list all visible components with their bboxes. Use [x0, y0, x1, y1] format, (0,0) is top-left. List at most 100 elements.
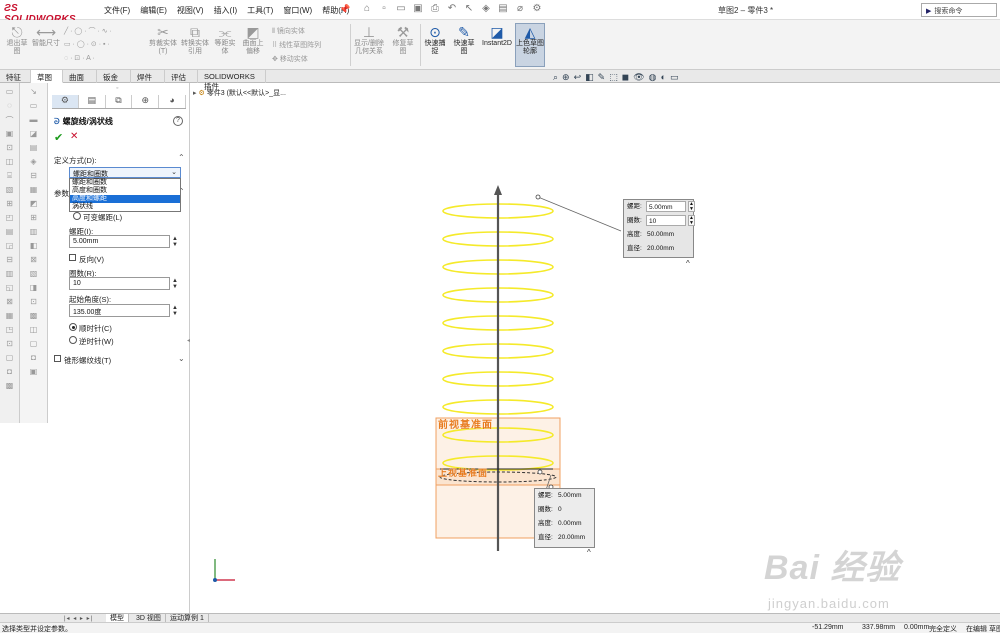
counterclockwise-radio[interactable]	[69, 336, 77, 344]
relation-tool-icon[interactable]: ⊡	[28, 297, 40, 307]
zoom-to-fit-icon[interactable]: ⌕	[553, 72, 558, 83]
helix-callout-bottom[interactable]: 螺距: 5.00mm 圈数: 0 高度: 0.00mm 直径: 20.00mm	[534, 488, 595, 548]
relation-tool-icon[interactable]: ◘	[28, 353, 40, 363]
relation-tool-icon[interactable]: ◈	[28, 157, 40, 167]
sketch-tool-icon[interactable]: ▭	[4, 87, 16, 97]
trim-entities-button[interactable]: ✂ 剪裁实体(T)	[148, 24, 178, 56]
home-icon[interactable]: ⌂	[360, 3, 374, 16]
ok-check-button[interactable]: ✔	[54, 131, 63, 144]
zoom-area-icon[interactable]: ⊕	[562, 72, 570, 83]
relation-tool-icon[interactable]: ▬	[28, 115, 40, 125]
display-style-icon[interactable]: ◼	[622, 72, 629, 83]
sketch-tool-icon[interactable]: ◲	[4, 241, 16, 251]
quick-snaps-button[interactable]: ⊙ 快速捕捉	[424, 24, 446, 56]
sketch-shape-tools[interactable]: ▭ · ◯ · ⊙ · ▪ ·	[64, 40, 110, 48]
rebuild-icon[interactable]: ◈	[479, 3, 493, 16]
relation-tool-icon[interactable]: ◫	[28, 325, 40, 335]
relation-tool-icon[interactable]: ▤	[28, 143, 40, 153]
open-icon[interactable]: ▭	[394, 3, 408, 16]
sketch-tool-icon[interactable]: ▥	[4, 269, 16, 279]
sketch-tool-icon[interactable]: ⊟	[4, 255, 16, 265]
variable-pitch-radio[interactable]	[73, 212, 81, 220]
search-commands-input[interactable]: ▶ 搜索命令	[921, 3, 997, 17]
tab-evaluate[interactable]: 评估	[165, 70, 198, 83]
relation-tool-icon[interactable]: ⊠	[28, 255, 40, 265]
expand-chevron-icon[interactable]: ⌄	[178, 354, 185, 363]
revolutions-spinner[interactable]: ▲ ▼	[172, 278, 178, 290]
view-orientation-icon[interactable]: ⬚	[609, 72, 618, 83]
edit-appearance-icon[interactable]: ◍	[649, 72, 657, 83]
help-icon[interactable]: ?	[173, 116, 183, 126]
display-manager-tab-icon[interactable]: ◕	[159, 95, 186, 108]
print-icon[interactable]: ⎙	[428, 3, 442, 16]
start-angle-spinner[interactable]: ▲ ▼	[172, 305, 178, 317]
relation-tool-icon[interactable]: ▭	[28, 101, 40, 111]
sketch-tool-icon[interactable]: ▧	[4, 185, 16, 195]
new-document-icon[interactable]: ▫	[377, 3, 391, 16]
sketch-tool-icon[interactable]: ◫	[4, 157, 16, 167]
menu-window[interactable]: 窗口(W)	[283, 5, 312, 16]
callout-spinner[interactable]: ▲ ▼	[688, 201, 695, 212]
dropdown-option[interactable]: 涡状线	[70, 203, 180, 211]
shaded-sketch-contours-button[interactable]: ◭ 上色草图轮廓	[515, 23, 545, 67]
sketch-point[interactable]	[537, 469, 543, 475]
sketch-tool-icon[interactable]: ◌	[4, 101, 16, 111]
callout-spinner[interactable]: ▲ ▼	[688, 215, 695, 226]
sketch-tool-icon[interactable]: ⌒	[4, 115, 16, 125]
callout-revolutions-input[interactable]: 10	[646, 215, 686, 226]
tab-weldments[interactable]: 焊件	[131, 70, 165, 83]
sketch-tool-icon[interactable]: ▣	[4, 129, 16, 139]
pitch-spinner[interactable]: ▲ ▼	[172, 236, 178, 248]
convert-entities-button[interactable]: ⧉ 转换实体引用	[180, 24, 210, 56]
move-entities-button[interactable]: ✥ 移动实体	[272, 54, 308, 64]
smart-dimension-button[interactable]: ⟷ 智能尺寸	[32, 24, 60, 48]
tab-scroll-arrows-icon[interactable]: |◂ ◂ ▸ ▸|	[64, 615, 93, 622]
sketch-tool-icon[interactable]: ⊞	[4, 199, 16, 209]
tab-solidworks-addins[interactable]: SOLIDWORKS 插件	[198, 70, 266, 91]
collapse-caret-icon[interactable]: ^	[686, 259, 690, 268]
dropdown-option[interactable]: 高度和圈数	[70, 187, 180, 195]
relation-tool-icon[interactable]: ◧	[28, 241, 40, 251]
relation-tool-icon[interactable]: ◩	[28, 199, 40, 209]
tab-sketch[interactable]: 草图	[31, 70, 63, 83]
relation-tool-icon[interactable]: ▥	[28, 227, 40, 237]
start-angle-input[interactable]: 135.00度	[69, 304, 170, 317]
display-relations-button[interactable]: ⊥ 显示/删除几何关系	[352, 24, 386, 56]
menu-edit[interactable]: 编辑(E)	[140, 5, 167, 16]
hide-show-items-icon[interactable]: 👁	[633, 72, 644, 83]
menu-insert[interactable]: 插入(I)	[214, 5, 238, 16]
relation-tool-icon[interactable]: ▦	[28, 185, 40, 195]
relation-tool-icon[interactable]: ◪	[28, 129, 40, 139]
mirror-entities-button[interactable]: ⫴ 镜向实体	[272, 26, 305, 36]
relation-tool-icon[interactable]: ⊟	[28, 171, 40, 181]
repair-sketch-button[interactable]: ⚒ 修复草图	[390, 24, 416, 56]
relation-tool-icon[interactable]: ▧	[28, 269, 40, 279]
dynamic-annotation-icon[interactable]: ✎	[598, 72, 606, 83]
view-settings-icon[interactable]: ▭	[670, 72, 679, 83]
relation-tool-icon[interactable]: ⊞	[28, 213, 40, 223]
collapse-chevron-icon[interactable]: ⌃	[178, 153, 185, 162]
menu-tools[interactable]: 工具(T)	[247, 5, 273, 16]
sketch-tool-icon[interactable]: ◘	[4, 367, 16, 377]
sketch-tool-icon[interactable]: ◰	[4, 213, 16, 223]
sketch-tool-icon[interactable]: ▩	[4, 381, 16, 391]
dropdown-option-highlighted[interactable]: 高度和螺距	[70, 195, 180, 203]
callout-pitch-input[interactable]: 5.00mm	[646, 201, 686, 212]
offset-on-surface-button[interactable]: ◩ 曲面上偏移	[240, 24, 266, 56]
section-view-icon[interactable]: ◧	[585, 72, 594, 83]
sketch-line-tools[interactable]: ╱ · ◯ · ⌒ · ∿ ·	[64, 26, 112, 36]
exit-sketch-button[interactable]: ⎋ 退出草图	[4, 24, 30, 56]
helix-callout-top[interactable]: 螺距: 5.00mm ▲ ▼ 圈数: 10 ▲ ▼ 高度: 50.00mm 直径: 20.00m…	[623, 199, 695, 258]
panel-splitter-icon[interactable]: ◂	[187, 337, 190, 344]
sketch-tool-icon[interactable]: ⌸	[4, 171, 16, 181]
pitch-input[interactable]: 5.00mm	[69, 235, 170, 248]
sketch-tool-icon[interactable]: ⊡	[4, 339, 16, 349]
relation-tool-icon[interactable]: ▩	[28, 311, 40, 321]
sketch-tool-icon[interactable]: ⊠	[4, 297, 16, 307]
tab-sheet-metal[interactable]: 钣金	[97, 70, 131, 83]
clockwise-radio[interactable]	[69, 323, 77, 331]
menu-file[interactable]: 文件(F)	[104, 5, 130, 16]
feature-manager-tab-icon[interactable]: ⚙	[52, 95, 79, 108]
tab-features[interactable]: 特征	[0, 70, 31, 83]
panel-handle-icon[interactable]: ◦	[116, 85, 118, 92]
